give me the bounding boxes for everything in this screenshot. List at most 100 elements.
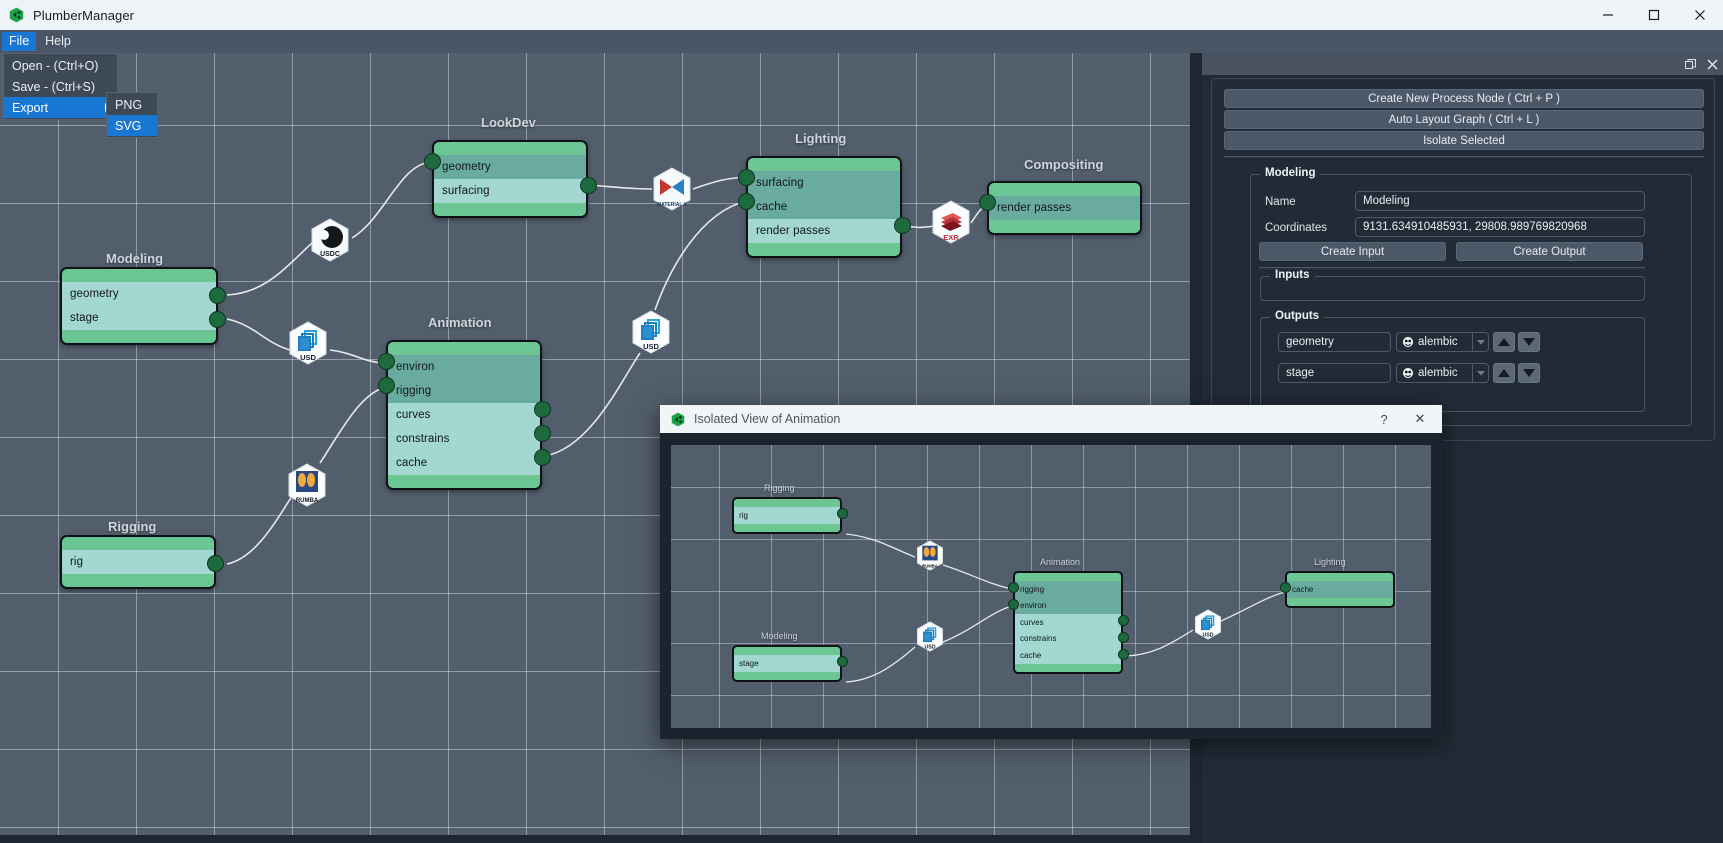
output-format-select[interactable]: alembic bbox=[1396, 363, 1489, 383]
auto-layout-graph-button[interactable]: Auto Layout Graph ( Ctrl + L ) bbox=[1224, 110, 1704, 129]
menu-item-save[interactable]: Save - (Ctrl+S) bbox=[4, 76, 117, 97]
output-name-input[interactable]: geometry bbox=[1278, 332, 1391, 352]
port-modeling-geometry[interactable] bbox=[209, 287, 226, 304]
node-input-row[interactable]: rigging bbox=[1015, 581, 1121, 598]
graph-node-compositing[interactable]: render passes bbox=[987, 181, 1142, 235]
dialog-graph-node-lighting[interactable]: cache bbox=[1285, 571, 1395, 608]
exr-format-icon[interactable]: EXR bbox=[931, 200, 971, 244]
node-output-row[interactable]: constrains bbox=[388, 427, 540, 451]
menu-file[interactable]: File bbox=[2, 31, 37, 52]
dialog-port-rigging-rig[interactable] bbox=[837, 508, 848, 519]
maximize-icon[interactable] bbox=[1631, 0, 1677, 30]
port-lighting-cache[interactable] bbox=[738, 193, 755, 210]
graph-node-animation[interactable]: environ rigging curves constrains cache bbox=[386, 340, 542, 490]
dialog-graph-node-rigging[interactable]: rig bbox=[732, 497, 842, 534]
node-header-pad bbox=[62, 269, 216, 282]
create-input-button[interactable]: Create Input bbox=[1259, 242, 1446, 261]
dialog-port-lighting-cache[interactable] bbox=[1280, 582, 1291, 593]
dialog-port-animation-constrains[interactable] bbox=[1118, 632, 1129, 643]
dialog-port-animation-cache[interactable] bbox=[1118, 649, 1129, 660]
port-rigging-rig[interactable] bbox=[207, 555, 224, 572]
close-icon[interactable] bbox=[1701, 53, 1723, 75]
node-output-row[interactable]: curves bbox=[388, 403, 540, 427]
dialog-port-animation-environ[interactable] bbox=[1008, 599, 1019, 610]
dialog-port-animation-curves[interactable] bbox=[1118, 615, 1129, 626]
node-output-row[interactable]: rig bbox=[62, 550, 214, 574]
hexagon-green-icon bbox=[671, 412, 685, 427]
usd-format-icon[interactable]: USD bbox=[1194, 609, 1222, 640]
node-input-row[interactable]: environ bbox=[388, 355, 540, 379]
node-output-row[interactable]: stage bbox=[62, 306, 216, 330]
divider bbox=[1259, 267, 1645, 269]
port-lighting-surfacing[interactable] bbox=[738, 169, 755, 186]
node-output-row[interactable]: cache bbox=[1015, 647, 1121, 664]
menu-item-export[interactable]: Export bbox=[4, 97, 117, 118]
dialog-graph-node-animation[interactable]: rigging environ curves constrains cache bbox=[1013, 571, 1123, 674]
usd-format-icon[interactable]: USD bbox=[288, 321, 328, 365]
move-down-icon[interactable] bbox=[1518, 363, 1540, 383]
node-input-row[interactable]: environ bbox=[1015, 597, 1121, 614]
node-input-row[interactable]: rigging bbox=[388, 379, 540, 403]
node-output-row[interactable]: surfacing bbox=[434, 179, 586, 203]
port-lookdev-surfacing[interactable] bbox=[580, 177, 597, 194]
usd-format-icon[interactable]: USD bbox=[631, 310, 671, 354]
close-icon[interactable] bbox=[1677, 0, 1723, 30]
output-format-value: alembic bbox=[1418, 367, 1458, 379]
node-output-row[interactable]: constrains bbox=[1015, 630, 1121, 647]
menu-item-svg[interactable]: SVG bbox=[107, 115, 157, 136]
node-output-row[interactable]: cache bbox=[388, 451, 540, 475]
chevron-down-icon[interactable] bbox=[1472, 364, 1488, 382]
dialog-graph-canvas[interactable]: Rigging rig Modeling stage Animation rig… bbox=[671, 445, 1431, 728]
materialx-format-icon[interactable]: MATERIAL X bbox=[652, 167, 692, 211]
rumba-format-icon[interactable]: RUMBA bbox=[916, 540, 944, 571]
dialog-close-button[interactable]: ✕ bbox=[1402, 405, 1438, 433]
node-input-row[interactable]: cache bbox=[1287, 581, 1393, 598]
help-button[interactable]: ? bbox=[1366, 405, 1402, 433]
port-lighting-renderpasses[interactable] bbox=[894, 217, 911, 234]
graph-node-modeling[interactable]: geometry stage bbox=[60, 267, 218, 345]
graph-node-lookdev[interactable]: geometry surfacing bbox=[432, 140, 588, 218]
float-window-icon[interactable] bbox=[1679, 53, 1701, 75]
menu-item-open[interactable]: Open - (Ctrl+O) bbox=[4, 55, 117, 76]
create-new-process-node-button[interactable]: Create New Process Node ( Ctrl + P ) bbox=[1224, 89, 1704, 108]
port-animation-rigging[interactable] bbox=[378, 377, 395, 394]
menu-help[interactable]: Help bbox=[38, 32, 78, 52]
node-input-row[interactable]: render passes bbox=[989, 196, 1140, 220]
dialog-graph-node-modeling[interactable]: stage bbox=[732, 645, 842, 682]
node-input-row[interactable]: geometry bbox=[434, 155, 586, 179]
name-input[interactable]: Modeling bbox=[1355, 191, 1645, 211]
move-up-icon[interactable] bbox=[1493, 363, 1515, 383]
port-animation-cache[interactable] bbox=[534, 449, 551, 466]
usdc-format-icon[interactable]: USDC bbox=[310, 218, 350, 262]
dialog-port-animation-rigging[interactable] bbox=[1008, 582, 1019, 593]
port-modeling-stage[interactable] bbox=[209, 311, 226, 328]
node-input-row[interactable]: cache bbox=[748, 195, 900, 219]
port-animation-curves[interactable] bbox=[534, 401, 551, 418]
move-up-icon[interactable] bbox=[1493, 332, 1515, 352]
create-output-button[interactable]: Create Output bbox=[1456, 242, 1643, 261]
chevron-down-icon[interactable] bbox=[1472, 333, 1488, 351]
node-output-row[interactable]: curves bbox=[1015, 614, 1121, 631]
rumba-format-icon[interactable]: RUMBA bbox=[287, 463, 327, 507]
dialog-port-modeling-stage[interactable] bbox=[837, 656, 848, 667]
usd-format-icon[interactable]: USD bbox=[916, 621, 944, 652]
minimize-icon[interactable] bbox=[1585, 0, 1631, 30]
node-input-row[interactable]: surfacing bbox=[748, 171, 900, 195]
port-lookdev-geometry[interactable] bbox=[424, 153, 441, 170]
menu-item-png[interactable]: PNG bbox=[107, 94, 157, 115]
node-output-row[interactable]: geometry bbox=[62, 282, 216, 306]
coordinates-input[interactable]: 9131.634910485931, 29808.989769820968 bbox=[1355, 217, 1645, 237]
node-output-row[interactable]: rig bbox=[734, 507, 840, 524]
port-animation-constrains[interactable] bbox=[534, 425, 551, 442]
node-output-row[interactable]: render passes bbox=[748, 219, 900, 243]
move-down-icon[interactable] bbox=[1518, 332, 1540, 352]
output-format-select[interactable]: alembic bbox=[1396, 332, 1489, 352]
node-output-row[interactable]: stage bbox=[734, 655, 840, 672]
isolate-selected-button[interactable]: Isolate Selected bbox=[1224, 131, 1704, 150]
window-controls bbox=[1585, 0, 1723, 30]
graph-node-lighting[interactable]: surfacing cache render passes bbox=[746, 156, 902, 258]
port-compositing-renderpasses[interactable] bbox=[979, 194, 996, 211]
output-name-input[interactable]: stage bbox=[1278, 363, 1391, 383]
port-animation-environ[interactable] bbox=[378, 353, 395, 370]
graph-node-rigging[interactable]: rig bbox=[60, 535, 216, 589]
